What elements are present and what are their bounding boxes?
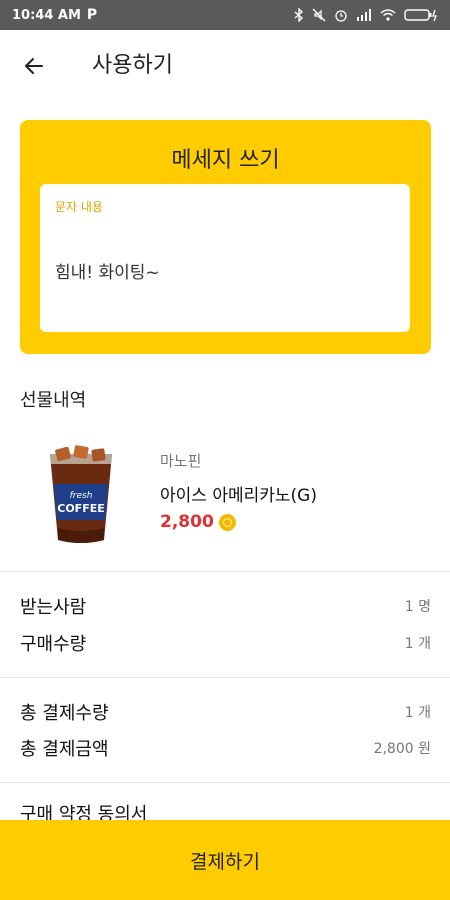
iced-coffee-cup-icon: fresh COFFEE (50, 445, 112, 543)
total-amount-label: 총 결제금액 (20, 739, 109, 760)
total-amount-value: 2,800 원 (373, 741, 431, 757)
recipient-value: 1 명 (404, 599, 431, 615)
mute-icon (312, 8, 326, 22)
svg-text:COFFEE: COFFEE (57, 502, 104, 515)
divider (0, 782, 450, 783)
divider (0, 571, 450, 572)
message-field-label: 문자 내용 (55, 200, 103, 214)
quantity-label: 구매수량 (20, 634, 87, 655)
product-price: 2,800 (160, 512, 236, 532)
back-button[interactable] (18, 50, 50, 82)
arrow-left-icon (25, 58, 43, 74)
price-value: 2,800 (160, 512, 214, 532)
quantity-value: 1 개 (404, 636, 431, 652)
pay-button[interactable]: 결제하기 (0, 820, 450, 900)
message-card-title: 메세지 쓰기 (171, 148, 280, 173)
bluetooth-icon (294, 8, 304, 22)
status-time: 10:44 AM (12, 7, 81, 23)
total-amount-row: 총 결제금액 2,800 원 (20, 731, 431, 765)
app-notification-icon: P (86, 7, 98, 23)
battery-charging-icon (404, 9, 437, 22)
wifi-icon (380, 9, 396, 21)
total-quantity-row: 총 결제수량 1 개 (20, 695, 431, 729)
gift-section-title: 선물내역 (20, 390, 87, 411)
alarm-icon (335, 10, 347, 22)
total-quantity-label: 총 결제수량 (20, 703, 109, 724)
svg-text:fresh: fresh (70, 491, 93, 501)
recipient-label: 받는사람 (20, 597, 87, 618)
status-icons (294, 8, 438, 22)
recipient-row: 받는사람 1 명 (20, 589, 431, 623)
product-name: 아이스 아메리카노(G) (160, 486, 317, 506)
message-card: 메세지 쓰기 문자 내용 힘내! 화이팅~ (20, 120, 431, 354)
quantity-row: 구매수량 1 개 (20, 626, 431, 660)
signal-icon (357, 9, 371, 21)
app-bar: 사용하기 (0, 30, 450, 102)
page-title: 사용하기 (92, 53, 173, 78)
coin-icon (218, 513, 236, 531)
message-text: 힘내! 화이팅~ (55, 263, 160, 283)
message-input[interactable]: 문자 내용 힘내! 화이팅~ (40, 184, 410, 332)
total-quantity-value: 1 개 (404, 705, 431, 721)
product-brand: 마노핀 (160, 452, 202, 470)
divider (0, 677, 450, 678)
status-bar: 10:44 AM P (0, 0, 450, 30)
